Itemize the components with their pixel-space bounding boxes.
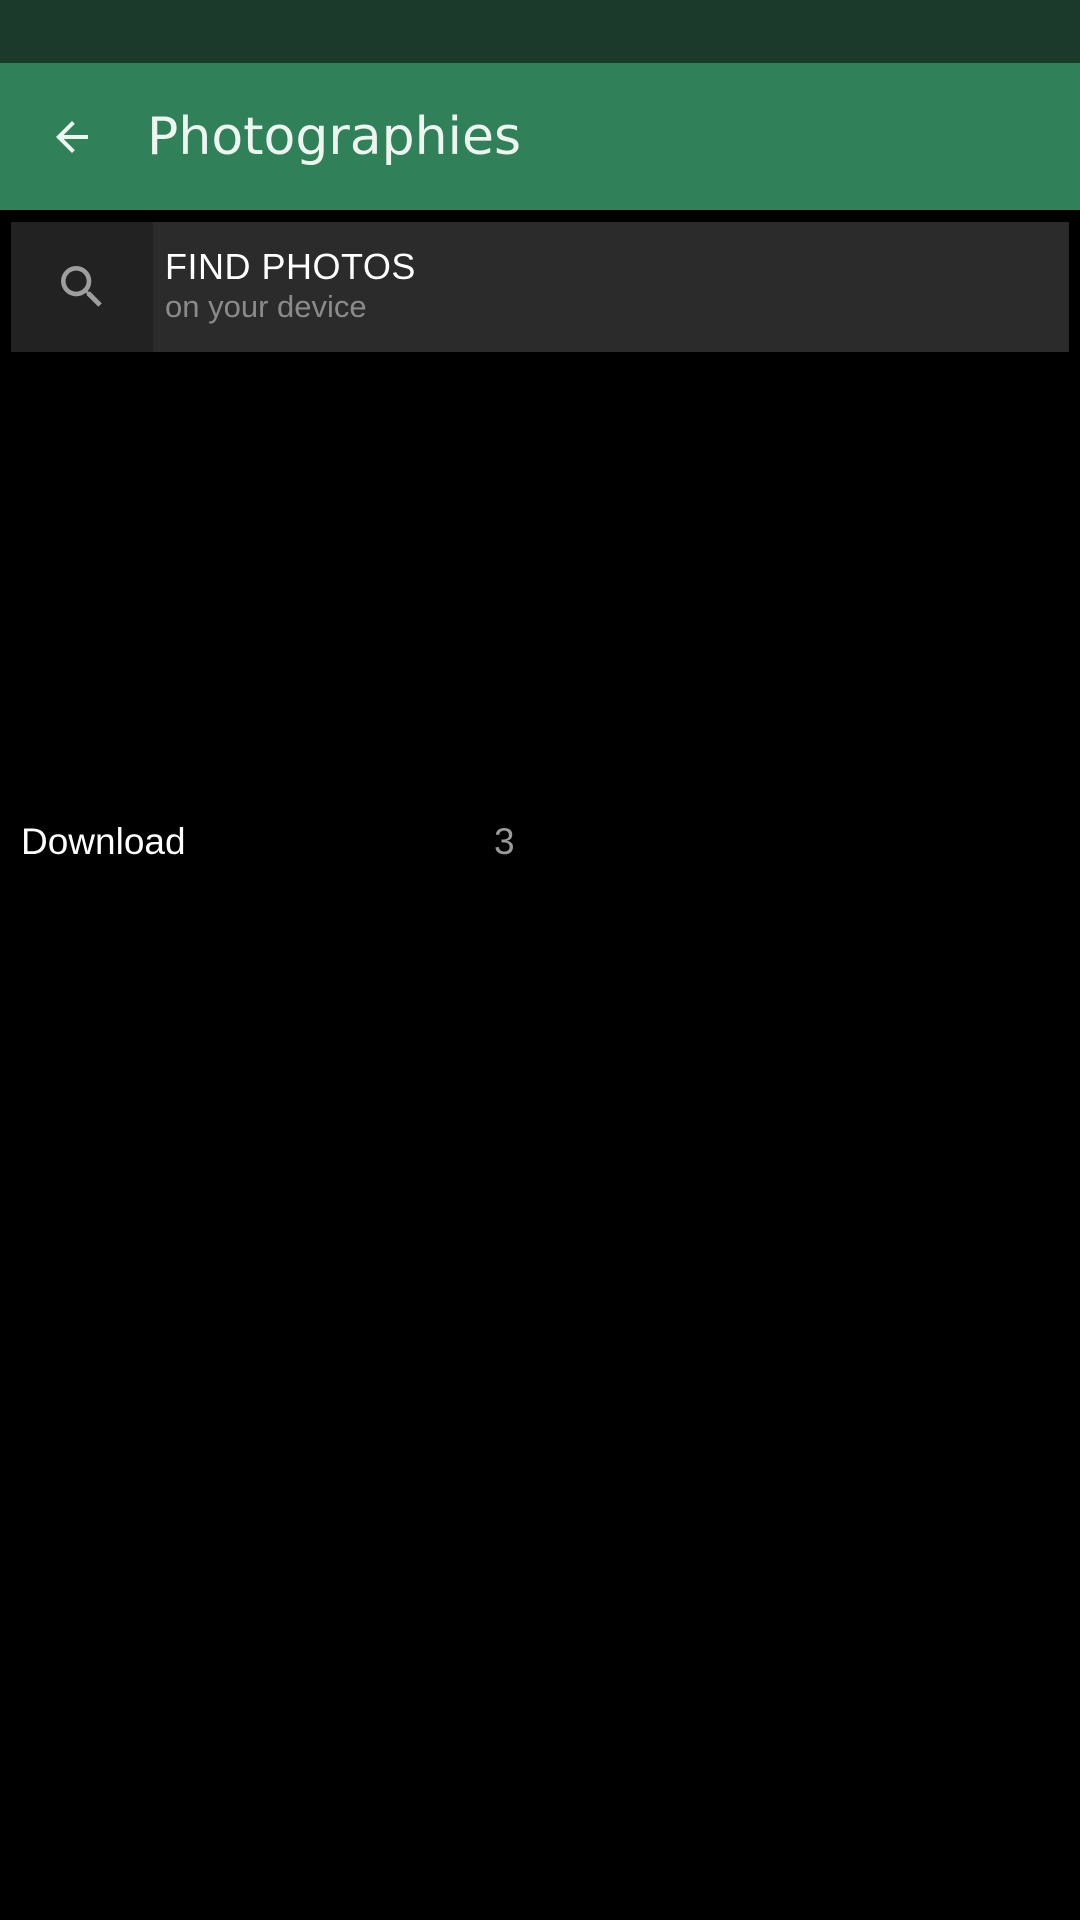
folder-name: Download (21, 821, 186, 862)
search-icon (61, 266, 102, 307)
arrow-left-icon (56, 120, 88, 153)
page-title: Photographies (147, 106, 522, 167)
find-photos-text: FIND PHOTOS on your device (153, 222, 416, 352)
folder-count: 3 (494, 821, 515, 862)
find-photos-icon-box (11, 222, 153, 352)
find-photos-subtitle: on your device (165, 289, 367, 324)
find-photos-title: FIND PHOTOS (165, 246, 416, 287)
back-button[interactable] (36, 101, 108, 173)
find-photos-card[interactable]: FIND PHOTOS on your device (11, 222, 1069, 352)
status-bar (0, 0, 1080, 63)
app-bar: Photographies (0, 63, 1080, 210)
folder-item-download[interactable]: Download 3 (0, 790, 540, 894)
